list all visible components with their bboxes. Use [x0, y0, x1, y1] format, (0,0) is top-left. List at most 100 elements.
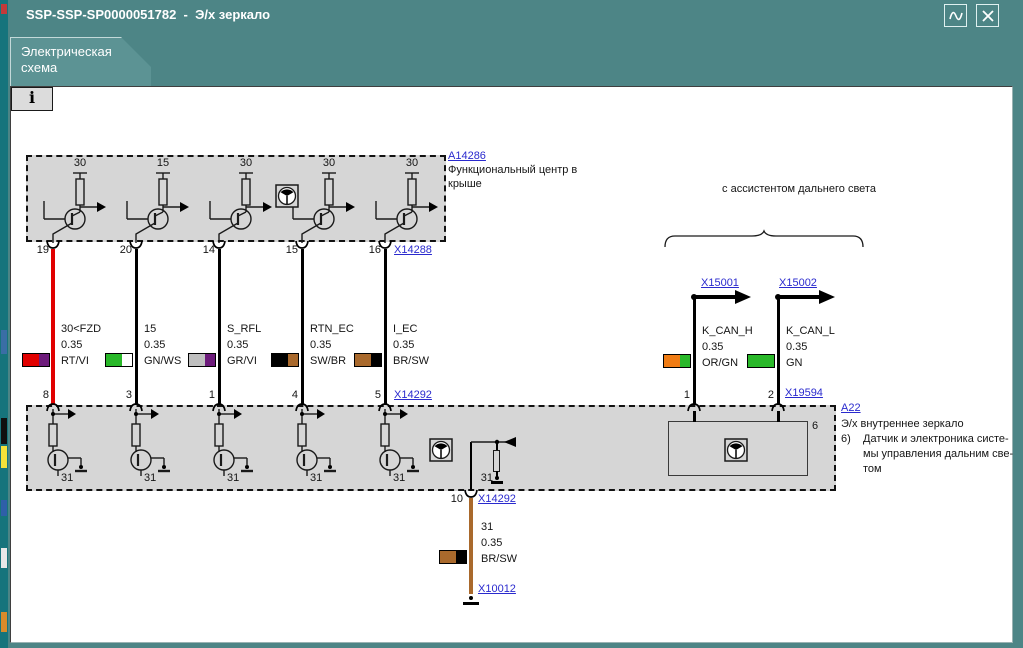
- wire-color-swatch: [22, 353, 50, 367]
- wire-color-swatch: [105, 353, 133, 367]
- ground-label: 31: [480, 472, 493, 484]
- pin-number: 8: [42, 389, 49, 401]
- schematic-canvas: i A14286 Функциональный центр в крыше 30…: [10, 86, 1013, 643]
- driver-branch-symbol: [209, 172, 272, 243]
- desktop-background-fragment: [1, 612, 7, 632]
- connector-socket-icon: [378, 240, 392, 249]
- note-line: мы управления дальним све-: [863, 448, 1014, 460]
- fuse-label: 30: [405, 157, 419, 169]
- svg-text:31: 31: [61, 472, 73, 484]
- connector-link-x14292[interactable]: X14292: [478, 493, 516, 506]
- driver-branch-symbol: [375, 172, 438, 243]
- info-button[interactable]: i: [11, 87, 53, 111]
- wire-color-swatch: [271, 353, 299, 367]
- module-link-a14286[interactable]: A14286: [448, 150, 486, 163]
- tab-electrical-schematic[interactable]: Электрическая схема: [10, 37, 151, 86]
- sensor-symbol-icon: [275, 184, 299, 208]
- pin-number: 4: [291, 389, 298, 401]
- desktop-background-strip: [0, 0, 8, 648]
- wire-color-swatch: [354, 353, 382, 367]
- brace-icon: [664, 229, 864, 248]
- wire-gr-vi: [218, 249, 221, 405]
- desktop-background-fragment: [1, 500, 7, 516]
- inner-box-lead: [777, 411, 780, 422]
- svg-text:31: 31: [393, 472, 405, 484]
- wire-sw-br: [301, 249, 304, 405]
- module-link-a22[interactable]: A22: [841, 402, 861, 415]
- connector-socket-icon: [46, 240, 60, 249]
- desktop-background-fragment: [1, 4, 7, 14]
- pin-number: 5: [374, 389, 381, 401]
- receiver-branch-symbol: 31: [130, 409, 170, 484]
- connector-link-x19594[interactable]: X19594: [785, 387, 823, 400]
- module-desc: Э/х внутреннее зеркало: [841, 418, 964, 430]
- wire-color-swatch: [439, 550, 467, 564]
- note-line: том: [863, 463, 882, 475]
- receiver-branch-symbol: 31: [213, 409, 253, 484]
- app-window: { "window": { "title": "SSP-SSP-SP000005…: [0, 0, 1023, 648]
- receiver-branch-symbol: 31: [47, 409, 87, 484]
- connector-link-x14292[interactable]: X14292: [394, 389, 432, 402]
- ground-symbol: [469, 596, 473, 600]
- module-desc-line1: Функциональный центр в: [448, 164, 578, 176]
- wire-br-sw: [384, 249, 387, 405]
- pin-number: 1: [208, 389, 215, 401]
- connector-link-x10012[interactable]: X10012: [478, 583, 516, 596]
- driver-branch-symbol: [43, 172, 106, 243]
- wire-color-swatch: [188, 353, 216, 367]
- wire-k-can-h: [693, 297, 696, 405]
- pin-number: 3: [125, 389, 132, 401]
- variant-caption: с ассистентом дальнего света: [722, 183, 876, 195]
- info-icon: i: [28, 88, 36, 107]
- connector-socket-icon: [212, 240, 226, 249]
- wire-label: RTN_EC 0.35 SW/BR: [310, 323, 354, 367]
- resistor-symbol: [493, 450, 500, 472]
- wire-label: S_RFL 0.35 GR/VI: [227, 323, 262, 367]
- window-title: SSP-SSP-SP0000051782 - Э/х зеркало: [26, 7, 271, 22]
- driver-branch-symbol: [292, 172, 355, 243]
- wire-color-swatch: [747, 354, 775, 368]
- note-line: Датчик и электроника систе-: [863, 433, 1009, 445]
- receiver-branch-symbol: 31: [296, 409, 336, 484]
- wire-ground-br-sw: [469, 498, 473, 594]
- svg-text:31: 31: [310, 472, 322, 484]
- desktop-background-fragment: [1, 446, 7, 468]
- wire-rt-vi: [51, 249, 55, 405]
- bus-arrow-icon: [775, 290, 835, 304]
- wire-color-swatch: [663, 354, 691, 368]
- ground-symbol: [463, 602, 479, 605]
- wire-k-can-l: [777, 297, 780, 405]
- inner-box-lead: [693, 411, 696, 422]
- ground-branch-wire: [470, 442, 472, 491]
- connector-link-x14288[interactable]: X14288: [394, 244, 432, 257]
- waveform-icon: [948, 11, 963, 20]
- wire-label: 15 0.35 GN/WS: [144, 323, 182, 367]
- svg-text:31: 31: [227, 472, 239, 484]
- sensor-symbol-icon: [429, 438, 453, 462]
- waveform-button[interactable]: [944, 4, 967, 27]
- tab-label-line2: схема: [21, 60, 58, 75]
- ground-symbol: [495, 476, 499, 480]
- fuse-label: 30: [73, 157, 87, 169]
- tab-label-line1: Электрическая: [21, 44, 112, 59]
- wire-label: 31 0.35 BR/SW: [481, 521, 518, 565]
- inner-box-ref: 6: [812, 420, 819, 432]
- desktop-background-fragment: [1, 418, 7, 444]
- connector-socket-icon: [295, 240, 309, 249]
- pin-number: 10: [450, 493, 463, 505]
- wire-label: 30<FZD 0.35 RT/VI: [61, 323, 102, 367]
- ground-branch-top: [471, 437, 516, 447]
- wire-gn-ws: [135, 249, 138, 405]
- wire-label: K_CAN_L 0.35 GN: [786, 325, 835, 369]
- connector-socket-icon: [464, 489, 478, 498]
- note-ref: 6): [841, 433, 851, 445]
- fuse-label: 30: [239, 157, 253, 169]
- pin-number: 2: [767, 389, 774, 401]
- close-button[interactable]: [976, 4, 999, 27]
- pin-number: 1: [683, 389, 690, 401]
- wire-label: I_EC 0.35 BR/SW: [393, 323, 430, 367]
- driver-branch-symbol: [126, 172, 189, 243]
- module-desc-line2: крыше: [448, 178, 482, 190]
- desktop-background-fragment: [1, 330, 7, 354]
- wire-label: K_CAN_H 0.35 OR/GN: [702, 325, 753, 369]
